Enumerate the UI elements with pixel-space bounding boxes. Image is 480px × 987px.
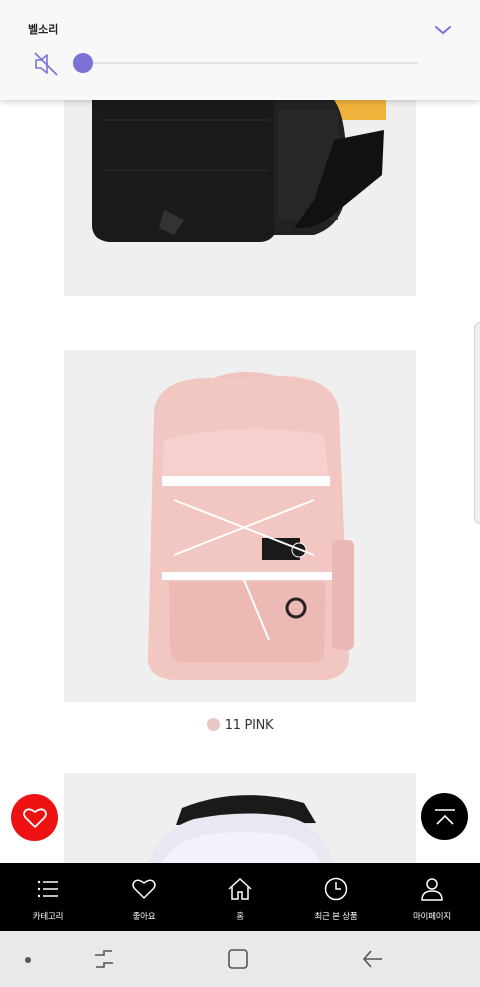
volume-track [83, 62, 418, 64]
heart-icon [22, 807, 47, 828]
tab-label: 홈 [236, 912, 244, 922]
menu-icon [37, 880, 58, 898]
bottom-tab-bar: 카테고리 좋아요 홈 최근 본 상품 마이페이지 [0, 863, 480, 931]
scroll-to-top-button[interactable] [421, 793, 468, 840]
color-label: 11 PINK [224, 718, 274, 733]
product-image-white[interactable] [64, 773, 416, 873]
back-arrow-icon[interactable] [360, 946, 386, 972]
volume-slider[interactable] [73, 53, 418, 73]
volume-panel: 벨소리 [0, 0, 480, 100]
volume-thumb[interactable] [73, 53, 93, 73]
person-icon [421, 878, 443, 901]
volume-title: 벨소리 [28, 23, 59, 36]
color-swatch [206, 718, 220, 731]
recent-apps-icon[interactable] [91, 946, 117, 972]
tab-likes[interactable]: 좋아요 [96, 863, 192, 931]
tab-label: 카테고리 [32, 912, 64, 922]
tab-mypage[interactable]: 마이페이지 [384, 863, 480, 931]
tab-label: 최근 본 상품 [314, 912, 358, 922]
product-image-pink[interactable] [64, 350, 416, 702]
tab-home[interactable]: 홈 [192, 863, 288, 931]
side-scroll-handle[interactable] [474, 322, 480, 524]
tab-label: 마이페이지 [412, 912, 452, 922]
speaker-muted-icon[interactable] [33, 51, 59, 77]
clock-icon [324, 877, 348, 901]
tab-recent[interactable]: 최근 본 상품 [288, 863, 384, 931]
tab-label: 좋아요 [132, 912, 156, 922]
product-color-option: 11 PINK [0, 718, 480, 733]
home-square-icon[interactable] [225, 946, 251, 972]
like-fab-button[interactable] [11, 794, 58, 841]
heart-outline-icon [132, 879, 156, 899]
scroll-to-top-icon [434, 808, 455, 825]
tab-category[interactable]: 카테고리 [0, 863, 96, 931]
chevron-down-icon[interactable] [432, 22, 454, 38]
home-icon [228, 877, 252, 900]
nav-dot-indicator [25, 957, 31, 963]
